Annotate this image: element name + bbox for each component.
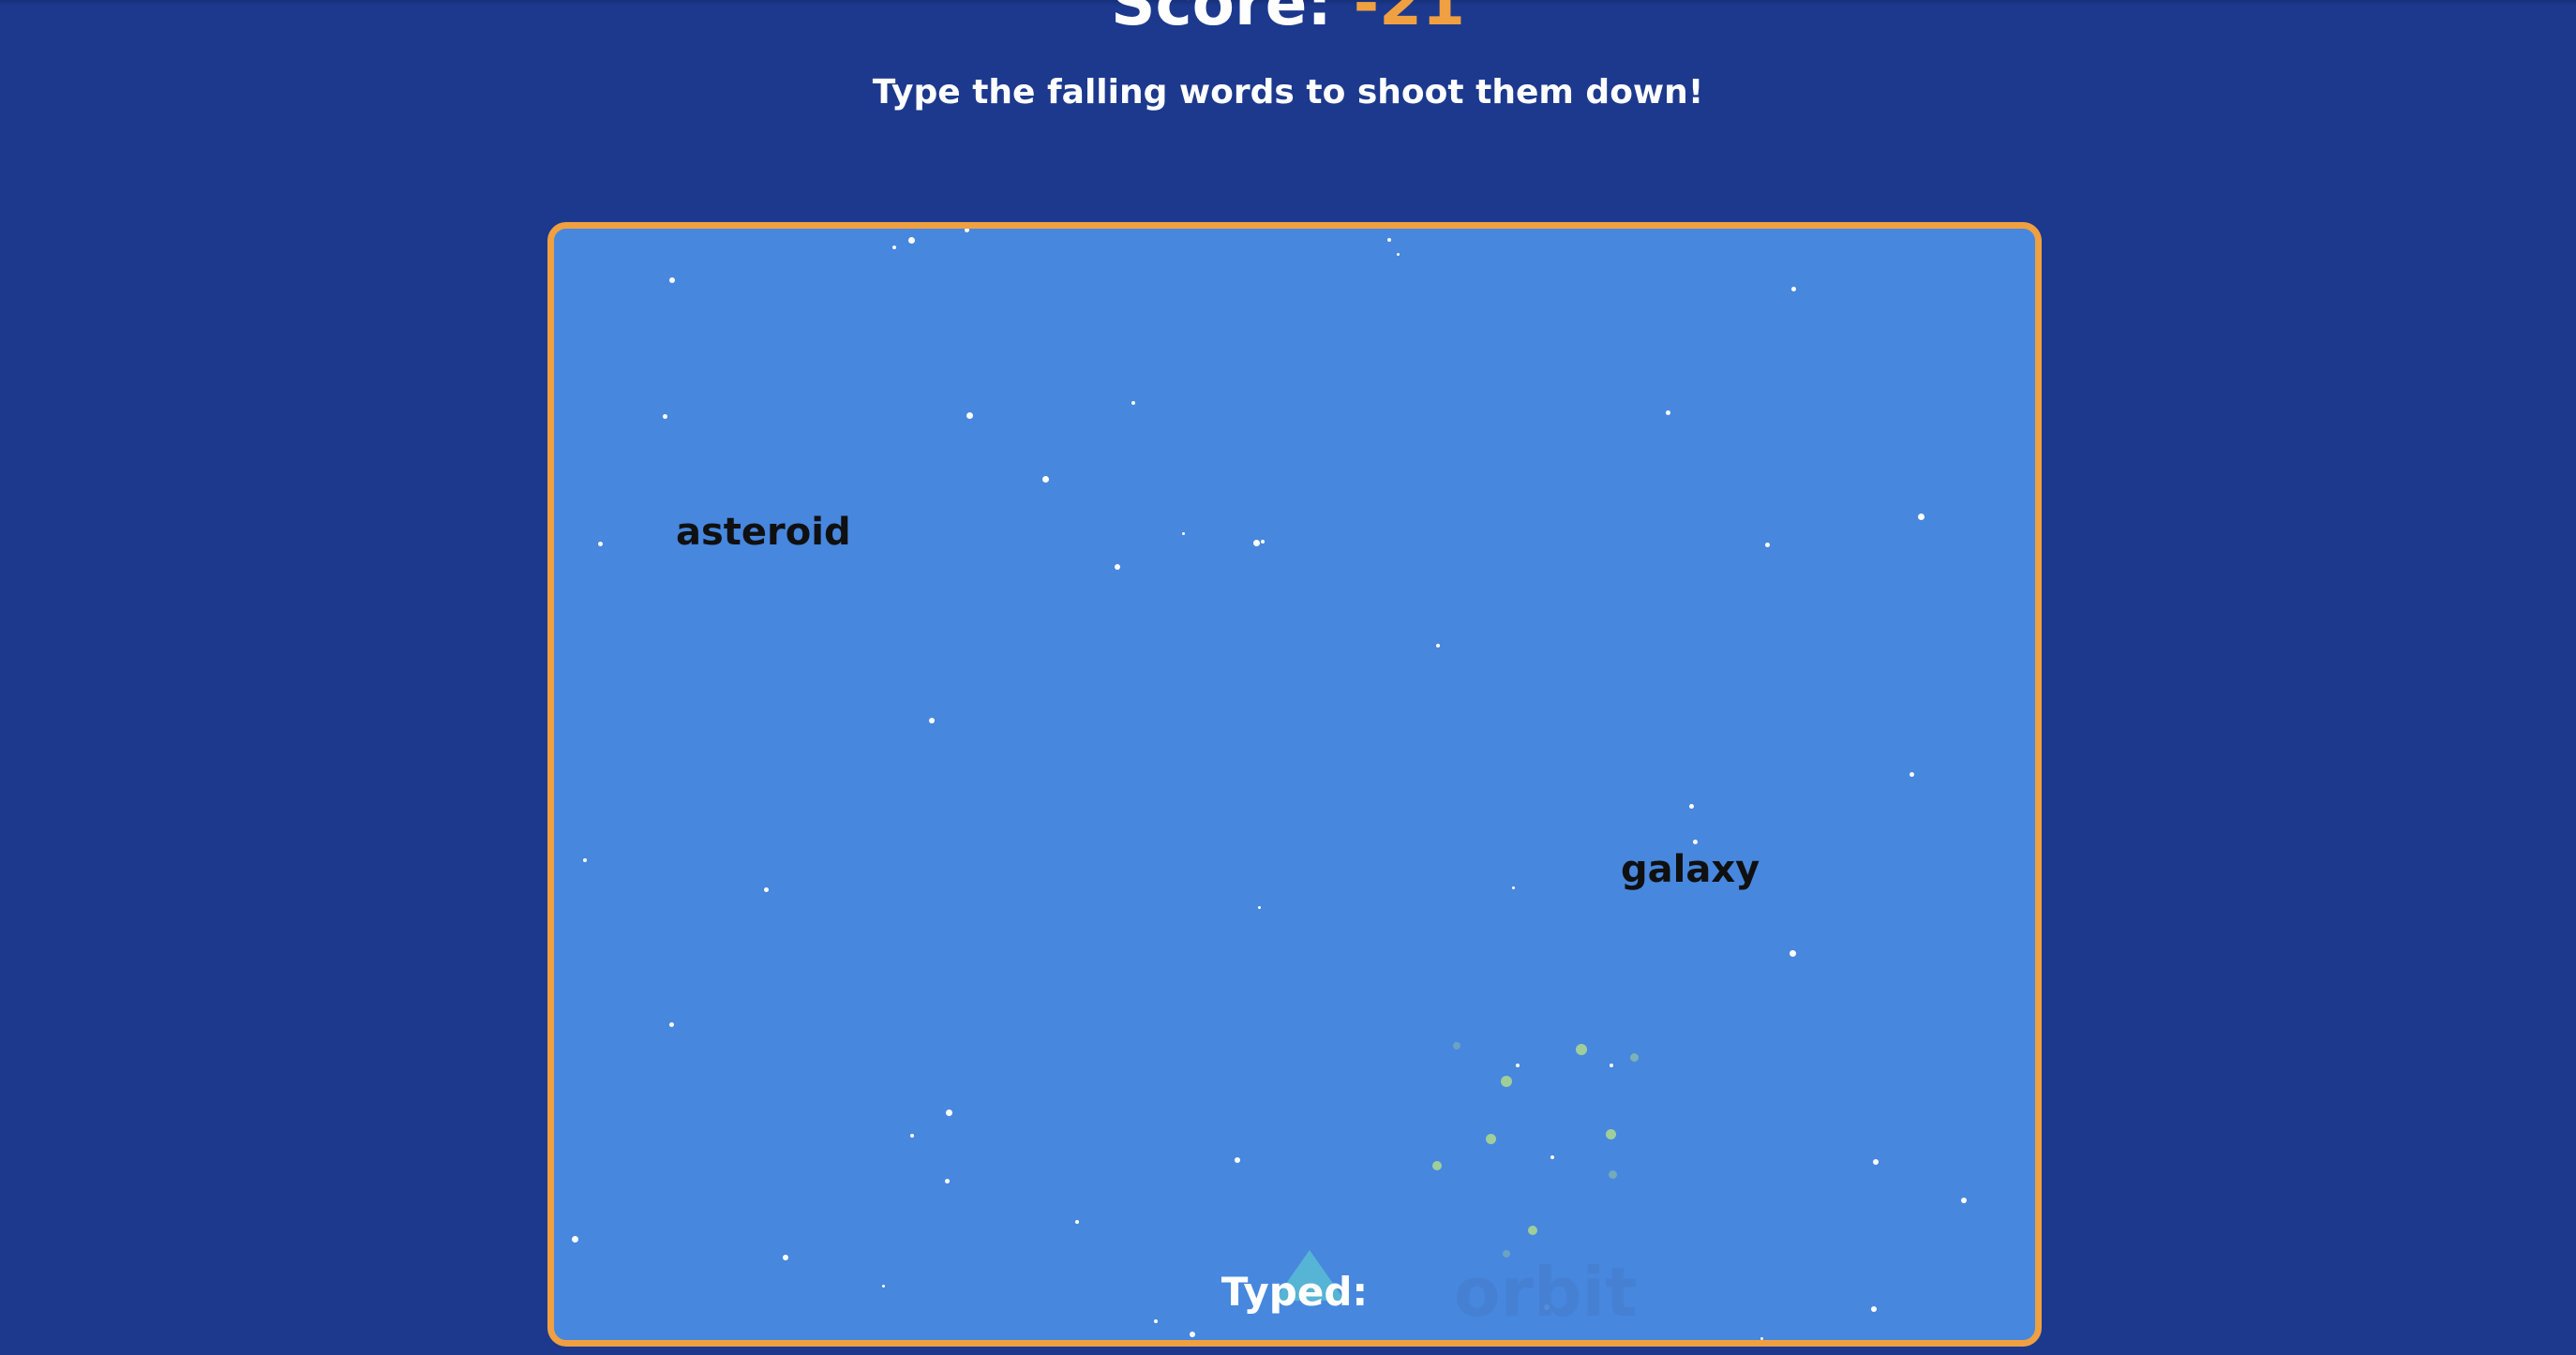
star-dot-icon	[1235, 1157, 1240, 1163]
star-dot-icon	[1042, 476, 1049, 483]
star-dot-icon	[1258, 906, 1261, 909]
explosion-particle	[1503, 1250, 1510, 1258]
score-label: Score:	[1111, 0, 1332, 39]
star-dot-icon	[1131, 401, 1135, 405]
star-dot-icon	[1918, 514, 1925, 520]
star-dot-icon	[1550, 1155, 1554, 1159]
star-dot-icon	[583, 858, 587, 862]
explosion-particle	[1609, 1170, 1617, 1179]
star-dot-icon	[1075, 1220, 1079, 1224]
star-dot-icon	[1190, 1332, 1195, 1337]
typed-label: Typed:	[1221, 1269, 1369, 1315]
star-dot-icon	[910, 1134, 914, 1138]
star-dot-icon	[1961, 1198, 1967, 1203]
star-dot-icon	[966, 412, 973, 419]
star-dot-icon	[764, 887, 769, 892]
star-dot-icon	[892, 246, 896, 249]
star-dot-icon	[1397, 253, 1400, 256]
explosion-particle	[1576, 1044, 1587, 1055]
star-dot-icon	[1115, 564, 1120, 570]
explosion-particle	[1432, 1161, 1442, 1170]
star-dot-icon	[1693, 840, 1698, 844]
explosion-particle	[1486, 1134, 1496, 1144]
star-dot-icon	[663, 414, 667, 419]
star-dot-icon	[1790, 950, 1796, 957]
star-dot-icon	[1154, 1319, 1158, 1323]
star-dot-icon	[946, 1109, 952, 1116]
star-dot-icon	[1516, 1064, 1520, 1067]
instructions-text: Type the falling words to shoot them dow…	[872, 73, 1704, 112]
star-dot-icon	[1512, 886, 1515, 889]
star-dot-icon	[1610, 1064, 1613, 1067]
star-dot-icon	[908, 237, 915, 244]
star-dot-icon	[1666, 410, 1670, 415]
explosion-particle	[1453, 1042, 1460, 1050]
star-dot-icon	[1765, 543, 1770, 547]
explosion-particle	[1630, 1053, 1639, 1062]
game-area[interactable]: asteroid galaxy orbit Typed:	[547, 222, 2042, 1347]
star-dot-icon	[1253, 540, 1260, 546]
star-dot-icon	[1261, 540, 1265, 543]
explosion-particle	[1606, 1129, 1616, 1139]
star-dot-icon	[1436, 644, 1440, 648]
star-dot-icon	[572, 1236, 578, 1243]
star-dot-icon	[669, 277, 675, 283]
star-dot-icon	[1182, 532, 1185, 535]
falling-word-asteroid: asteroid	[676, 511, 851, 554]
star-dot-icon	[1791, 287, 1796, 291]
typed-display: Typed:	[554, 1269, 2035, 1316]
star-dot-icon	[945, 1179, 950, 1184]
explosion-particle	[1501, 1076, 1512, 1087]
score-display: Score: -21	[0, 0, 2576, 41]
star-dot-icon	[1387, 238, 1391, 242]
score-value: -21	[1353, 0, 1465, 39]
star-dot-icon	[1873, 1159, 1879, 1165]
star-dot-icon	[598, 542, 603, 546]
explosion-particle	[1528, 1226, 1537, 1235]
star-dot-icon	[965, 229, 969, 232]
star-dot-icon	[1910, 772, 1914, 777]
star-dot-icon	[1760, 1337, 1763, 1340]
falling-word-galaxy: galaxy	[1621, 848, 1760, 891]
star-dot-icon	[669, 1022, 674, 1027]
star-dot-icon	[1689, 804, 1694, 809]
star-dot-icon	[929, 718, 935, 723]
star-dot-icon	[783, 1255, 788, 1260]
